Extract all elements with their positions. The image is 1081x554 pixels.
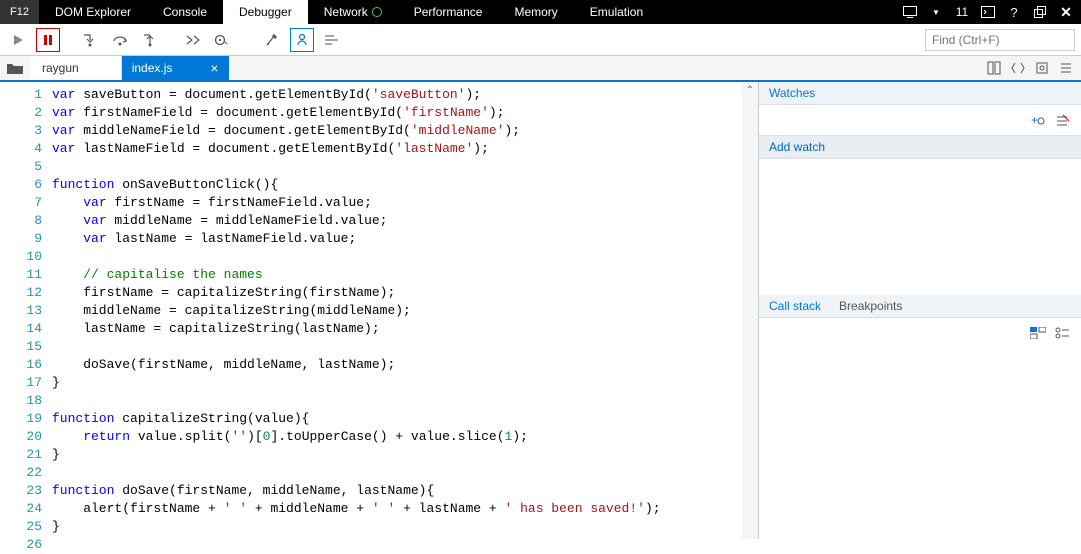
code-content: var saveButton = document.getElementById… xyxy=(52,82,742,539)
top-menu-bar: F12 DOM ExplorerConsoleDebuggerNetworkPe… xyxy=(0,0,1081,24)
filebar-icon-4[interactable] xyxy=(1057,59,1075,77)
devtools-tab-network[interactable]: Network xyxy=(308,0,398,24)
monitor-icon[interactable] xyxy=(901,3,919,21)
code-line xyxy=(52,392,742,410)
pretty-print-button[interactable] xyxy=(320,28,344,52)
code-line: function doSave(firstName, middleName, l… xyxy=(52,482,742,500)
svg-text:+: + xyxy=(1031,113,1038,127)
breadcrumb[interactable]: raygun xyxy=(30,56,122,80)
file-tab-close-icon[interactable]: × xyxy=(210,60,218,76)
break-new-worker-button[interactable] xyxy=(180,28,204,52)
code-line: } xyxy=(52,374,742,392)
devtools-tabs: DOM ExplorerConsoleDebuggerNetworkPerfor… xyxy=(39,0,895,24)
callstack-icon-2[interactable] xyxy=(1053,324,1071,342)
scroll-up-icon[interactable]: ⌃ xyxy=(742,82,758,98)
devtools-tab-debugger[interactable]: Debugger xyxy=(223,0,308,24)
code-line: var firstNameField = document.getElement… xyxy=(52,104,742,122)
file-tab-bar: raygun index.js × xyxy=(0,56,1081,82)
devtools-tab-dom-explorer[interactable]: DOM Explorer xyxy=(39,0,147,24)
code-line: // capitalise the names xyxy=(52,266,742,284)
error-count[interactable]: 11 xyxy=(953,3,971,21)
code-line: firstName = capitalizeString(firstName); xyxy=(52,284,742,302)
breakpoints-tab[interactable]: Breakpoints xyxy=(839,299,902,313)
code-line: lastName = capitalizeString(lastName); xyxy=(52,320,742,338)
just-my-code-button[interactable] xyxy=(290,28,314,52)
topbar-right-icons: ▼ 11 ? ✕ xyxy=(895,0,1081,24)
devtools-tab-memory[interactable]: Memory xyxy=(498,0,573,24)
code-line: var middleNameField = document.getElemen… xyxy=(52,122,742,140)
code-line: var firstName = firstNameField.value; xyxy=(52,194,742,212)
add-watch-icon[interactable]: + xyxy=(1029,111,1047,129)
dom-breakpoint-button[interactable] xyxy=(260,28,284,52)
code-line: function onSaveButtonClick(){ xyxy=(52,176,742,194)
code-line: doSave(firstName, middleName, lastName); xyxy=(52,356,742,374)
file-tab-label: index.js xyxy=(132,61,173,75)
step-into-button[interactable] xyxy=(78,28,102,52)
devtools-tab-performance[interactable]: Performance xyxy=(398,0,499,24)
line-gutter: 1234567891011121314151617181920212223242… xyxy=(0,82,52,539)
pause-button[interactable] xyxy=(36,28,60,52)
code-line xyxy=(52,248,742,266)
devtools-tab-emulation[interactable]: Emulation xyxy=(574,0,659,24)
delete-all-icon[interactable] xyxy=(1053,111,1071,129)
code-line: var middleName = middleNameField.value; xyxy=(52,212,742,230)
watches-header[interactable]: Watches xyxy=(759,82,1081,105)
code-line: var lastNameField = document.getElementB… xyxy=(52,140,742,158)
close-icon[interactable]: ✕ xyxy=(1057,3,1075,21)
callstack-tab[interactable]: Call stack xyxy=(769,299,821,313)
callstack-body xyxy=(759,348,1081,539)
watches-body xyxy=(759,159,1081,295)
network-recording-icon xyxy=(372,7,382,17)
side-panel: Watches + Add watch Call stack Breakpoin… xyxy=(758,82,1081,539)
code-line: } xyxy=(52,518,742,536)
filebar-icon-3[interactable] xyxy=(1033,59,1051,77)
vertical-scrollbar[interactable]: ⌃ xyxy=(742,82,758,539)
devtools-tab-console[interactable]: Console xyxy=(147,0,223,24)
code-line: alert(firstName + ' ' + middleName + ' '… xyxy=(52,500,742,518)
filebar-icon-2[interactable] xyxy=(1009,59,1027,77)
callstack-breakpoints-header: Call stack Breakpoints xyxy=(759,295,1081,318)
console-shortcut-icon[interactable] xyxy=(979,3,997,21)
code-editor[interactable]: 1234567891011121314151617181920212223242… xyxy=(0,82,758,539)
step-over-button[interactable] xyxy=(108,28,132,52)
filebar-icon-1[interactable] xyxy=(985,59,1003,77)
code-line: } xyxy=(52,446,742,464)
code-line xyxy=(52,338,742,356)
add-watch-button[interactable]: Add watch xyxy=(759,135,1081,159)
undock-icon[interactable] xyxy=(1031,3,1049,21)
file-tab-active[interactable]: index.js × xyxy=(122,56,229,80)
code-line: var saveButton = document.getElementById… xyxy=(52,86,742,104)
help-icon[interactable]: ? xyxy=(1005,3,1023,21)
f12-label: F12 xyxy=(0,0,39,24)
code-line xyxy=(52,464,742,482)
exception-behavior-button[interactable] xyxy=(210,28,234,52)
code-line: var lastName = lastNameField.value; xyxy=(52,230,742,248)
code-line xyxy=(52,158,742,176)
folder-icon[interactable] xyxy=(0,61,30,75)
dropdown-icon[interactable]: ▼ xyxy=(927,3,945,21)
code-line: return value.split('')[0].toUpperCase() … xyxy=(52,428,742,446)
code-line: middleName = capitalizeString(middleName… xyxy=(52,302,742,320)
debugger-toolbar xyxy=(0,24,1081,56)
code-line: function capitalizeString(value){ xyxy=(52,410,742,428)
find-input[interactable] xyxy=(925,29,1075,51)
callstack-icon-1[interactable] xyxy=(1029,324,1047,342)
step-out-button[interactable] xyxy=(138,28,162,52)
continue-button[interactable] xyxy=(6,28,30,52)
